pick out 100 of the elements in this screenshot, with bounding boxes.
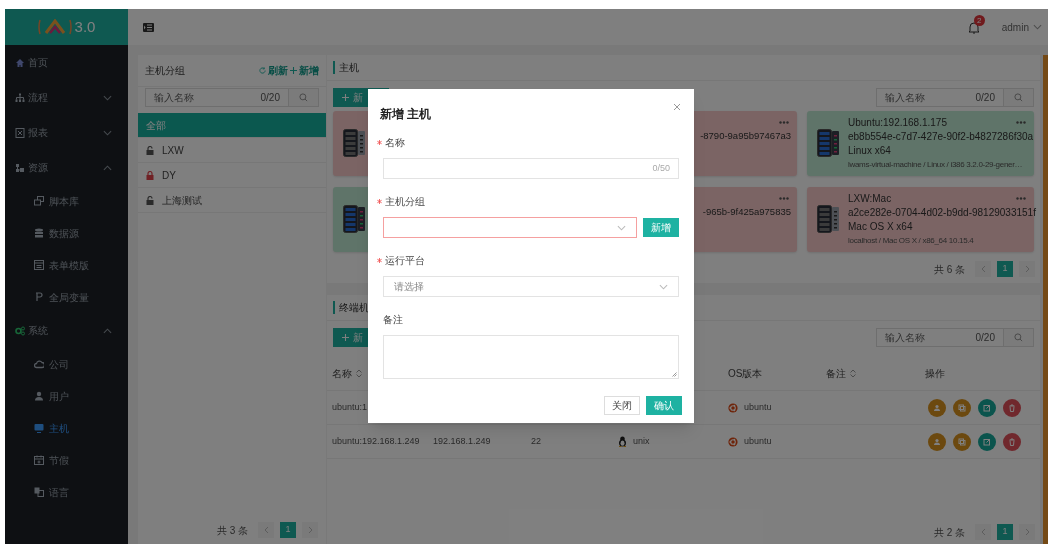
sidebar-item[interactable]: 节假 [5, 444, 128, 476]
plus-icon [342, 94, 349, 101]
translate-icon [34, 487, 44, 497]
ip-cell-text: 192.168.1.249 [433, 434, 491, 448]
server-icon [817, 205, 840, 234]
penguin-icon [618, 436, 627, 447]
host-os: Linux x64 [848, 144, 891, 158]
search-button[interactable] [1004, 88, 1034, 107]
user-icon [34, 391, 44, 401]
server-icon [817, 129, 840, 158]
select-field[interactable]: 请选择 [383, 276, 679, 297]
copy-icon [957, 402, 967, 413]
group-item[interactable]: LXW [138, 138, 326, 163]
search-button[interactable] [1004, 328, 1034, 347]
chevron-right-icon [307, 526, 313, 534]
delete-button[interactable] [1003, 398, 1021, 417]
copy-icon [957, 436, 967, 447]
prev-page-button[interactable] [975, 524, 991, 540]
edit-button[interactable] [978, 432, 996, 451]
add-button[interactable]: 新增 [290, 63, 319, 78]
edit-icon [982, 436, 992, 447]
chevron-down-icon [617, 224, 626, 231]
remarks-field[interactable] [383, 335, 679, 379]
refresh-button[interactable]: 刷新 [259, 63, 288, 78]
add-button[interactable]: 新增 [643, 218, 679, 237]
sidebar-item[interactable]: 用户 [5, 380, 128, 412]
next-page-button[interactable] [1019, 261, 1035, 277]
sitemap-icon [15, 92, 25, 103]
host-uuid: -8790-9a95b97467a3 [700, 129, 791, 144]
confirm-button[interactable]: 确认 [646, 396, 682, 415]
page-button[interactable]: 1 [280, 522, 296, 538]
group-item[interactable]: 全部 [138, 113, 326, 138]
edit-button[interactable] [978, 398, 996, 417]
copy-button[interactable] [953, 432, 971, 451]
search-field[interactable]: 输入名称 0/20 [145, 88, 289, 107]
total-count: 共 2 条 [933, 525, 965, 540]
dialog-title: 新增 主机 [380, 106, 432, 123]
sidebar-item[interactable]: 主机 [5, 412, 128, 444]
sort-icon [356, 368, 362, 378]
gears-icon [15, 325, 25, 336]
sidebar-item[interactable]: 流程 [5, 80, 128, 115]
home-icon [15, 57, 25, 68]
user-button[interactable] [928, 432, 946, 451]
os-cell-text: ubuntu [744, 434, 772, 448]
sidebar-item[interactable]: 系统 [5, 313, 128, 348]
panel-title: 主机分组 [145, 64, 185, 78]
close-icon [673, 103, 681, 111]
lock-icon [146, 170, 154, 180]
user-button[interactable] [928, 398, 946, 417]
prev-page-button[interactable] [258, 522, 274, 538]
field-label: 备注 [383, 312, 403, 327]
host-card[interactable]: LXW:Mac a2ce282e-0704-4d02-b9dd-98129033151f Mac OS X x64 localhost / Mac OS X / x86_64 10.15.4 [807, 187, 1034, 252]
search-field[interactable]: 输入名称 0/20 [876, 328, 1004, 347]
close-button[interactable]: 关闭 [604, 396, 640, 415]
menu-icon [143, 22, 154, 32]
user-menu[interactable]: admin [1001, 19, 1042, 35]
group-item[interactable]: DY [138, 163, 326, 188]
select-field[interactable] [383, 217, 637, 238]
database-icon [34, 228, 44, 238]
resize-handle-icon [672, 372, 677, 377]
chevron-left-icon [263, 526, 269, 534]
server-icon [343, 205, 366, 234]
plus-icon [342, 334, 349, 341]
document-icon [15, 127, 25, 138]
bell-icon [967, 20, 980, 34]
prev-page-button[interactable] [975, 261, 991, 277]
delete-button[interactable] [1003, 432, 1021, 451]
chevron-left-icon [980, 528, 986, 536]
host-name-cell-text: ubuntu:192.168.1.249 [332, 434, 420, 448]
trash-icon [1007, 436, 1017, 447]
copy-button[interactable] [953, 398, 971, 417]
more-icon [779, 197, 789, 200]
page-button[interactable]: 1 [997, 261, 1013, 277]
form-icon [34, 260, 44, 270]
more-icon [1016, 121, 1026, 124]
column-header: 备注 [826, 366, 846, 381]
next-page-button[interactable] [302, 522, 318, 538]
chevron-right-icon [1024, 265, 1030, 273]
host-name: LXW:Mac [848, 192, 892, 206]
calendar-icon [34, 455, 44, 465]
search-icon [299, 93, 308, 102]
group-item[interactable]: 上海测试 [138, 188, 326, 213]
next-page-button[interactable] [1019, 524, 1035, 540]
variable-icon [34, 292, 44, 302]
search-field[interactable]: 输入名称 0/20 [876, 88, 1004, 107]
host-uuid: eb8b554e-c7d7-427e-90f2-b4827286f30a [848, 130, 1034, 144]
host-name-cell-text: ubuntu:1 [332, 400, 368, 414]
unlock-icon [146, 145, 154, 155]
field-label: 主机分组 [385, 194, 425, 209]
name-field[interactable]: 0/50 [383, 158, 679, 179]
panel-title: 主机 [339, 61, 359, 75]
monitor-icon [34, 423, 44, 433]
sidebar-item[interactable]: 首页 [5, 45, 128, 80]
plus-icon [290, 67, 297, 74]
asterisk-icon [377, 139, 382, 145]
refresh-icon [259, 67, 266, 74]
user-icon [932, 402, 942, 413]
search-button[interactable] [289, 88, 319, 107]
cloud-icon [34, 359, 44, 369]
page-button[interactable]: 1 [997, 524, 1013, 540]
